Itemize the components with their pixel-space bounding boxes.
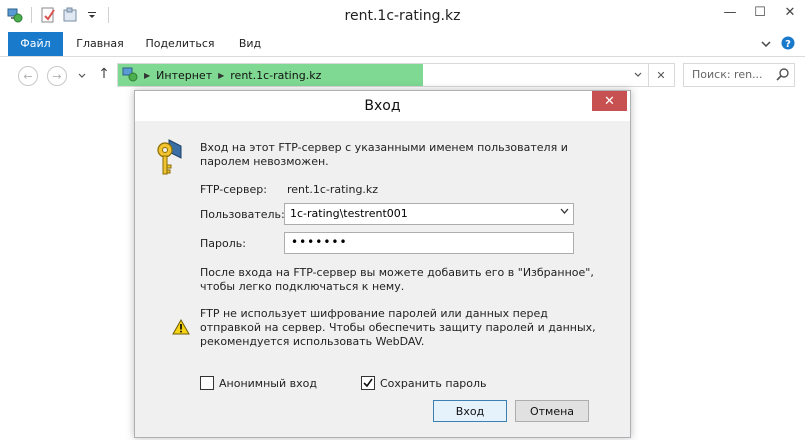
login-dialog: Вход ✕ Вход на этот FTP-сервер с указанн… xyxy=(134,90,631,438)
window-controls: — ☐ ✕ xyxy=(715,0,805,24)
search-box[interactable]: Поиск: ren... xyxy=(683,63,795,87)
navigation-bar: ← → ↑ ▶ Интернет ▶ rent.1c-rating.kz ✕ П… xyxy=(0,57,805,93)
tab-share[interactable]: Поделиться xyxy=(140,32,220,56)
breadcrumb-separator-icon[interactable]: ▶ xyxy=(144,71,150,80)
tab-file[interactable]: Файл xyxy=(8,32,63,56)
user-combobox[interactable]: 1c-rating\testrent001 xyxy=(284,203,574,225)
breadcrumb-separator-icon[interactable]: ▶ xyxy=(218,71,224,80)
server-value: rent.1c-rating.kz xyxy=(287,183,379,196)
address-dropdown-button[interactable] xyxy=(628,64,648,86)
cancel-button[interactable]: Отмена xyxy=(515,400,589,422)
help-icon[interactable]: ? xyxy=(781,36,795,53)
close-button[interactable]: ✕ xyxy=(775,0,805,24)
breadcrumb-host[interactable]: rent.1c-rating.kz xyxy=(230,69,321,82)
chevron-down-icon[interactable] xyxy=(761,38,771,51)
warning-icon xyxy=(172,318,190,338)
up-button[interactable]: ↑ xyxy=(96,65,112,83)
key-icon xyxy=(155,138,189,181)
password-field[interactable]: ••••••• xyxy=(284,232,574,254)
ribbon-right-controls: ? xyxy=(761,36,795,53)
svg-text:?: ? xyxy=(785,39,791,50)
user-value: 1c-rating\testrent001 xyxy=(290,207,408,220)
new-folder-icon[interactable] xyxy=(61,6,79,24)
breadcrumb: ▶ Интернет ▶ rent.1c-rating.kz xyxy=(122,64,321,86)
back-button[interactable]: ← xyxy=(18,66,38,86)
minimize-button[interactable]: — xyxy=(715,0,745,24)
save-password-checkbox[interactable]: Сохранить пароль xyxy=(361,376,487,390)
chevron-down-icon xyxy=(634,72,642,77)
customize-toolbar-icon[interactable] xyxy=(83,6,101,24)
dialog-close-button[interactable]: ✕ xyxy=(592,91,627,111)
dialog-titlebar: Вход ✕ xyxy=(135,91,630,121)
arrow-left-icon: ← xyxy=(23,69,33,83)
password-label: Пароль: xyxy=(200,237,246,250)
quick-access-toolbar xyxy=(6,6,112,24)
arrow-up-icon: ↑ xyxy=(98,66,110,82)
maximize-button[interactable]: ☐ xyxy=(745,0,775,24)
tab-home[interactable]: Главная xyxy=(70,32,130,56)
window-title: rent.1c-rating.kz xyxy=(344,8,461,24)
address-bar[interactable]: ▶ Интернет ▶ rent.1c-rating.kz ✕ xyxy=(117,63,675,87)
breadcrumb-internet[interactable]: Интернет xyxy=(156,69,212,82)
close-icon: ✕ xyxy=(656,68,666,82)
security-warning-text: FTP не использует шифрование паролей или… xyxy=(200,307,596,348)
server-label: FTP-сервер: xyxy=(200,183,267,196)
network-computer-icon[interactable] xyxy=(6,6,24,24)
ribbon-tabs: Файл Главная Поделиться Вид ? xyxy=(0,32,805,57)
stop-button[interactable]: ✕ xyxy=(648,64,673,86)
search-icon[interactable] xyxy=(776,67,790,84)
checkbox-box[interactable] xyxy=(361,376,375,390)
dialog-body: Вход на этот FTP-сервер с указанными име… xyxy=(135,121,630,437)
arrow-right-icon: → xyxy=(52,69,62,83)
user-label: Пользователь: xyxy=(200,208,285,221)
password-value: ••••••• xyxy=(291,235,348,249)
save-password-label[interactable]: Сохранить пароль xyxy=(380,377,487,390)
toolbar-separator xyxy=(31,7,32,23)
properties-icon[interactable] xyxy=(39,6,57,24)
network-location-icon xyxy=(122,66,138,85)
window-titlebar: rent.1c-rating.kz — ☐ ✕ xyxy=(0,0,805,32)
dialog-title: Вход xyxy=(364,98,401,114)
checkmark-icon xyxy=(363,378,373,388)
recent-locations-icon[interactable] xyxy=(78,69,86,82)
tab-view[interactable]: Вид xyxy=(230,32,270,56)
chevron-down-icon[interactable] xyxy=(560,208,569,218)
search-placeholder: Поиск: ren... xyxy=(692,68,763,81)
anonymous-login-label[interactable]: Анонимный вход xyxy=(219,377,317,390)
checkbox-box[interactable] xyxy=(200,376,214,390)
login-button[interactable]: Вход xyxy=(433,400,507,422)
favorites-info-text: После входа на FTP-сервер вы можете доба… xyxy=(200,266,594,293)
close-icon: ✕ xyxy=(604,93,615,109)
anonymous-login-checkbox[interactable]: Анонимный вход xyxy=(200,376,317,390)
toolbar-separator xyxy=(108,7,109,23)
forward-button[interactable]: → xyxy=(47,66,67,86)
login-error-message: Вход на этот FTP-сервер с указанными име… xyxy=(200,141,568,168)
